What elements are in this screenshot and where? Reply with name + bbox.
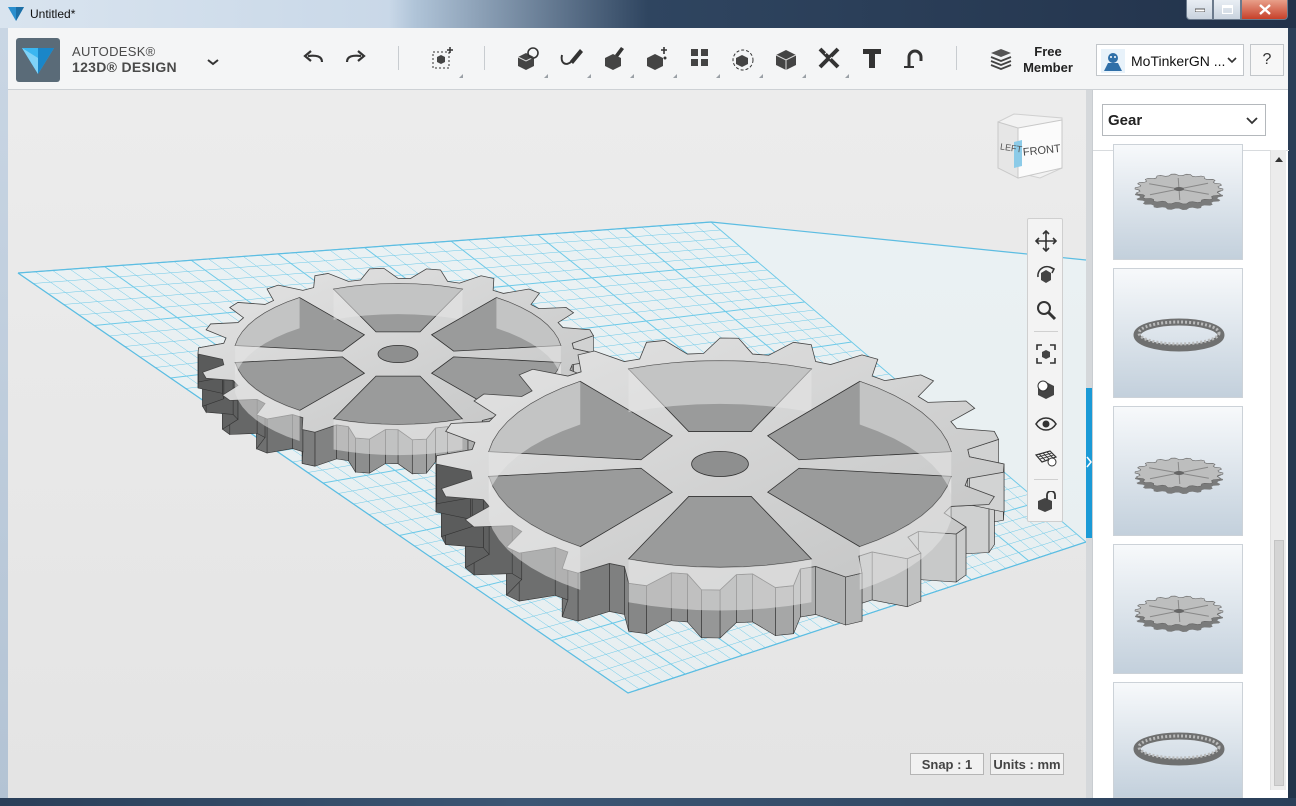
account-dropdown[interactable]: MoTinkerGN ... <box>1096 44 1244 76</box>
main-toolbar: AUTODESK® 123D® DESIGN Free Member MoTin… <box>8 28 1288 90</box>
view-cube[interactable]: LEFT FRONT <box>992 112 1068 182</box>
panel-scrollbar[interactable] <box>1270 150 1286 790</box>
chevron-down-icon <box>1246 117 1258 125</box>
measure-button[interactable] <box>813 42 849 78</box>
scroll-up-icon <box>1275 157 1283 162</box>
avatar <box>1101 49 1125 73</box>
toolbar-separator <box>956 46 957 70</box>
sketch-button[interactable] <box>555 42 591 78</box>
undo-button[interactable] <box>298 42 330 74</box>
username: MoTinkerGN ... <box>1131 53 1226 69</box>
maximize-icon <box>1221 5 1233 14</box>
part-thumbnail[interactable] <box>1113 268 1243 398</box>
text-icon <box>863 49 881 68</box>
snap-magnet-icon <box>904 49 923 68</box>
fit-button[interactable] <box>1033 341 1059 367</box>
pattern-icon <box>691 49 708 66</box>
window-frame-left <box>0 28 8 798</box>
material-view-button[interactable] <box>1033 489 1059 515</box>
material-button[interactable] <box>985 42 1017 74</box>
parts-panel: Gear <box>1092 90 1289 798</box>
visibility-icon <box>1035 417 1057 431</box>
minimize-button[interactable] <box>1186 0 1213 20</box>
grid-icon <box>1034 450 1058 467</box>
nav-separator <box>1034 331 1058 332</box>
construct-icon <box>605 47 624 70</box>
units-status[interactable]: Units : mm <box>990 753 1064 775</box>
scene-canvas[interactable] <box>8 90 1086 798</box>
transform-icon <box>432 47 453 69</box>
zoom-icon <box>1037 301 1057 321</box>
thumbnail-image <box>1134 457 1224 494</box>
text-button[interactable] <box>856 42 888 74</box>
window-frame-bottom <box>0 798 1296 806</box>
group-button[interactable] <box>727 42 763 78</box>
redo-icon <box>345 50 366 63</box>
snap-button[interactable] <box>898 42 930 74</box>
category-value: Gear <box>1108 112 1143 129</box>
thumbnail-image <box>1134 595 1224 632</box>
grid-button[interactable] <box>1033 445 1059 471</box>
brand-line2: 123D® DESIGN <box>72 59 177 75</box>
app-logo[interactable] <box>16 38 60 82</box>
scroll-up-button[interactable] <box>1273 152 1285 166</box>
maximize-button[interactable] <box>1213 0 1241 20</box>
material-icon <box>1038 491 1056 512</box>
sketch-icon <box>560 49 583 65</box>
part-thumbnail[interactable] <box>1113 406 1243 536</box>
pattern-button[interactable] <box>684 42 720 78</box>
thumbnail-image <box>1133 732 1225 766</box>
window-title: Untitled* <box>30 7 76 21</box>
group-icon <box>732 49 754 71</box>
membership-line2: Member <box>1023 60 1073 75</box>
modify-icon <box>647 47 667 70</box>
toolbar-separator <box>484 46 485 70</box>
3d-viewport[interactable]: LEFT FRONT Snap : 1 Units : mm <box>8 90 1086 798</box>
orbit-button[interactable] <box>1033 262 1059 288</box>
app-icon <box>8 7 24 21</box>
close-icon <box>1258 4 1271 15</box>
combine-icon <box>775 50 797 70</box>
redo-button[interactable] <box>339 42 371 74</box>
close-button[interactable] <box>1241 0 1288 20</box>
pan-button[interactable] <box>1033 228 1059 254</box>
brand-line1: AUTODESK® <box>72 44 156 59</box>
thumbnail-image <box>1134 173 1224 210</box>
snap-status[interactable]: Snap : 1 <box>910 753 984 775</box>
material-icon <box>990 49 1012 70</box>
nav-separator <box>1034 479 1058 480</box>
undo-icon <box>303 50 324 63</box>
scroll-thumb[interactable] <box>1274 540 1284 786</box>
window-frame-right <box>1288 28 1296 798</box>
part-thumbnail[interactable] <box>1113 682 1243 798</box>
app-window: Untitled* AUTODESK® 123D® DESIGN Free Me… <box>0 0 1296 806</box>
part-thumbnail[interactable] <box>1113 544 1243 674</box>
construct-button[interactable] <box>598 42 634 78</box>
chevron-down-icon[interactable] <box>204 54 222 70</box>
orbit-icon <box>1037 265 1056 283</box>
transform-button[interactable] <box>427 42 463 78</box>
thumbnail-image <box>1133 318 1225 352</box>
pan-icon <box>1035 230 1057 252</box>
minimize-icon <box>1194 8 1205 12</box>
help-button[interactable]: ? <box>1250 44 1284 76</box>
view-icon <box>1037 380 1054 399</box>
measure-icon <box>818 47 840 69</box>
category-select[interactable]: Gear <box>1102 104 1266 136</box>
toolbar-separator <box>398 46 399 70</box>
primitives-button[interactable] <box>512 42 548 78</box>
modify-button[interactable] <box>641 42 677 78</box>
primitives-icon <box>517 47 539 70</box>
chevron-down-icon <box>1227 57 1237 64</box>
fit-icon <box>1036 344 1056 364</box>
membership-line1: Free <box>1034 44 1062 59</box>
combine-button[interactable] <box>770 42 806 78</box>
navigation-bar <box>1027 218 1063 522</box>
zoom-button[interactable] <box>1033 297 1059 323</box>
title-bar: Untitled* <box>0 0 1296 28</box>
visibility-button[interactable] <box>1033 411 1059 437</box>
membership-label[interactable]: Free Member <box>1018 44 1078 76</box>
view-button[interactable] <box>1033 376 1059 402</box>
part-thumbnail[interactable] <box>1113 144 1243 260</box>
